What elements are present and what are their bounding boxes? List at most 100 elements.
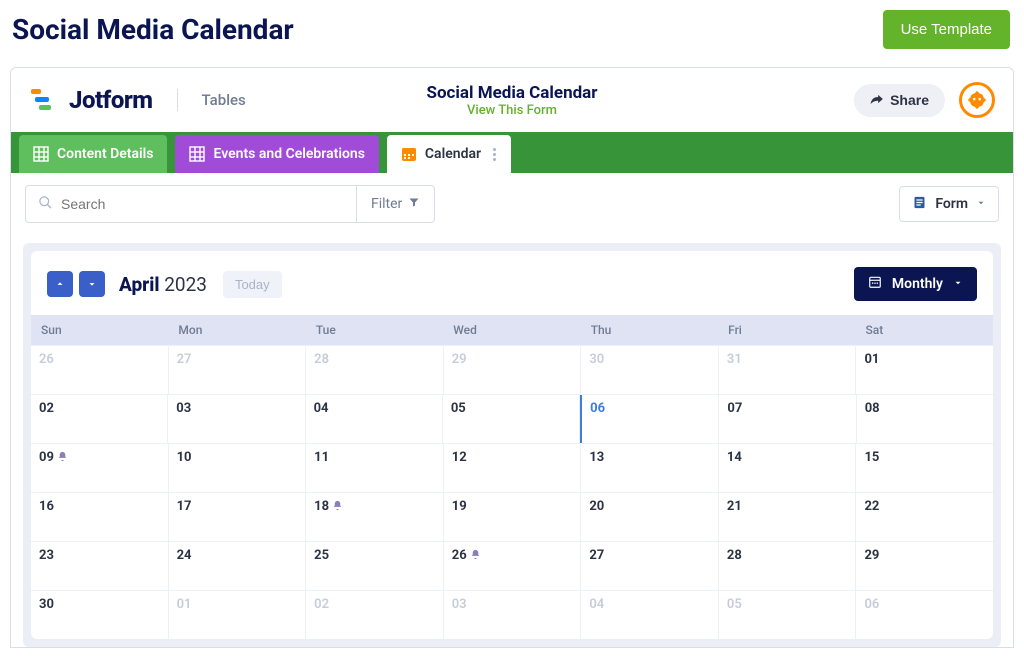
day-number: 24 <box>177 548 192 563</box>
day-number: 08 <box>865 401 880 416</box>
calendar-day-cell[interactable]: 26 <box>31 346 169 394</box>
tab-events-celebrations[interactable]: Events and Celebrations <box>175 135 378 173</box>
view-dropdown[interactable]: Monthly <box>854 267 977 301</box>
brand-name: Jotform <box>69 86 153 114</box>
calendar-day-cell[interactable]: 01 <box>169 591 307 639</box>
calendar-day-cell[interactable]: 02 <box>31 395 168 443</box>
bell-icon <box>470 548 481 563</box>
share-label: Share <box>890 92 929 108</box>
day-number: 04 <box>589 597 604 612</box>
day-number: 26 <box>39 352 54 367</box>
today-button[interactable]: Today <box>223 271 282 298</box>
form-icon <box>912 195 927 214</box>
form-dropdown[interactable]: Form <box>899 186 999 222</box>
search-input-wrap <box>26 186 356 222</box>
search-icon <box>38 195 53 214</box>
day-number: 02 <box>39 401 54 416</box>
day-number: 01 <box>177 597 192 612</box>
calendar-day-cell[interactable]: 04 <box>581 591 719 639</box>
day-number: 05 <box>727 597 742 612</box>
day-number: 28 <box>727 548 742 563</box>
form-dropdown-label: Form <box>935 196 968 212</box>
calendar-day-cell[interactable]: 15 <box>856 444 993 492</box>
calendar-day-cell[interactable]: 21 <box>719 493 857 541</box>
calendar-day-cell[interactable]: 27 <box>169 346 307 394</box>
day-number: 22 <box>864 499 879 514</box>
calendar-day-cell[interactable]: 07 <box>719 395 856 443</box>
prev-month-button[interactable] <box>47 271 73 297</box>
day-header-row: SunMonTueWedThuFriSat <box>31 315 993 345</box>
view-form-link[interactable]: View This Form <box>426 103 597 118</box>
calendar-day-cell[interactable]: 19 <box>444 493 582 541</box>
day-number: 09 <box>39 450 54 465</box>
day-header: Mon <box>168 315 305 345</box>
calendar-day-cell[interactable]: 01 <box>856 346 993 394</box>
calendar-day-cell[interactable]: 03 <box>168 395 305 443</box>
calendar-day-cell[interactable]: 13 <box>581 444 719 492</box>
day-number: 06 <box>864 597 879 612</box>
calendar-day-cell[interactable]: 31 <box>719 346 857 394</box>
calendar-day-cell[interactable]: 25 <box>306 542 444 590</box>
day-header: Sat <box>856 315 993 345</box>
tab-content-details[interactable]: Content Details <box>19 135 167 173</box>
calendar-day-cell[interactable]: 05 <box>719 591 857 639</box>
calendar-day-cell[interactable]: 18 <box>306 493 444 541</box>
calendar-day-cell[interactable]: 10 <box>169 444 307 492</box>
share-button[interactable]: Share <box>854 84 945 117</box>
avatar[interactable] <box>959 82 995 118</box>
calendar-day-cell[interactable]: 20 <box>581 493 719 541</box>
calendar-day-cell[interactable]: 29 <box>856 542 993 590</box>
day-number: 10 <box>177 450 192 465</box>
calendar-day-cell[interactable]: 16 <box>31 493 169 541</box>
calendar-week-row: 09 10 1112131415 <box>31 443 993 492</box>
calendar-panel: April 2023 Today Monthly SunMonTueWedThu… <box>23 243 1001 647</box>
use-template-button[interactable]: Use Template <box>883 10 1010 49</box>
calendar-week-row: 161718 19 20 21 22 <box>31 492 993 541</box>
day-header: Thu <box>581 315 718 345</box>
calendar-header: April 2023 Today Monthly <box>31 251 993 315</box>
bell-icon <box>57 450 68 465</box>
chevron-down-icon <box>976 196 986 212</box>
calendar-day-cell[interactable]: 04 <box>306 395 443 443</box>
calendar-day-cell[interactable]: 06 <box>580 395 719 443</box>
filter-icon <box>408 196 420 212</box>
calendar-day-cell[interactable]: 29 <box>444 346 582 394</box>
calendar-view-icon <box>868 275 882 293</box>
calendar-day-cell[interactable]: 17 <box>169 493 307 541</box>
next-month-button[interactable] <box>79 271 105 297</box>
tab-label: Content Details <box>57 146 153 162</box>
calendar-day-cell[interactable]: 26 <box>444 542 582 590</box>
calendar-week-row: 02 03 04 050607 08 <box>31 394 993 443</box>
day-number: 03 <box>452 597 467 612</box>
calendar-day-cell[interactable]: 22 <box>856 493 993 541</box>
day-number: 19 <box>452 499 467 514</box>
calendar-day-cell[interactable]: 12 <box>444 444 582 492</box>
calendar-day-cell[interactable]: 05 <box>443 395 580 443</box>
calendar-day-cell[interactable]: 28 <box>719 542 857 590</box>
calendar-day-cell[interactable]: 30 <box>31 591 169 639</box>
calendar-day-cell[interactable]: 08 <box>857 395 993 443</box>
calendar-day-cell[interactable]: 11 <box>306 444 444 492</box>
tab-calendar[interactable]: Calendar <box>387 135 511 173</box>
calendar-day-cell[interactable]: 30 <box>581 346 719 394</box>
calendar-day-cell[interactable]: 24 <box>169 542 307 590</box>
calendar-day-cell[interactable]: 02 <box>306 591 444 639</box>
calendar-day-cell[interactable]: 23 <box>31 542 169 590</box>
calendar-day-cell[interactable]: 03 <box>444 591 582 639</box>
day-number: 02 <box>314 597 329 612</box>
month-year-label: April 2023 <box>119 273 207 296</box>
calendar-day-cell[interactable]: 28 <box>306 346 444 394</box>
tab-menu-icon[interactable] <box>493 148 497 161</box>
day-number: 28 <box>314 352 329 367</box>
calendar-day-cell[interactable]: 27 <box>581 542 719 590</box>
calendar-day-cell[interactable]: 06 <box>856 591 993 639</box>
day-number: 04 <box>314 401 329 416</box>
calendar-day-cell[interactable]: 09 <box>31 444 169 492</box>
tab-label: Calendar <box>425 146 481 162</box>
calendar-day-cell[interactable]: 14 <box>719 444 857 492</box>
day-header: Tue <box>306 315 443 345</box>
day-number: 21 <box>727 499 742 514</box>
day-header: Sun <box>31 315 168 345</box>
filter-button[interactable]: Filter <box>356 186 434 222</box>
search-input[interactable] <box>61 196 344 212</box>
